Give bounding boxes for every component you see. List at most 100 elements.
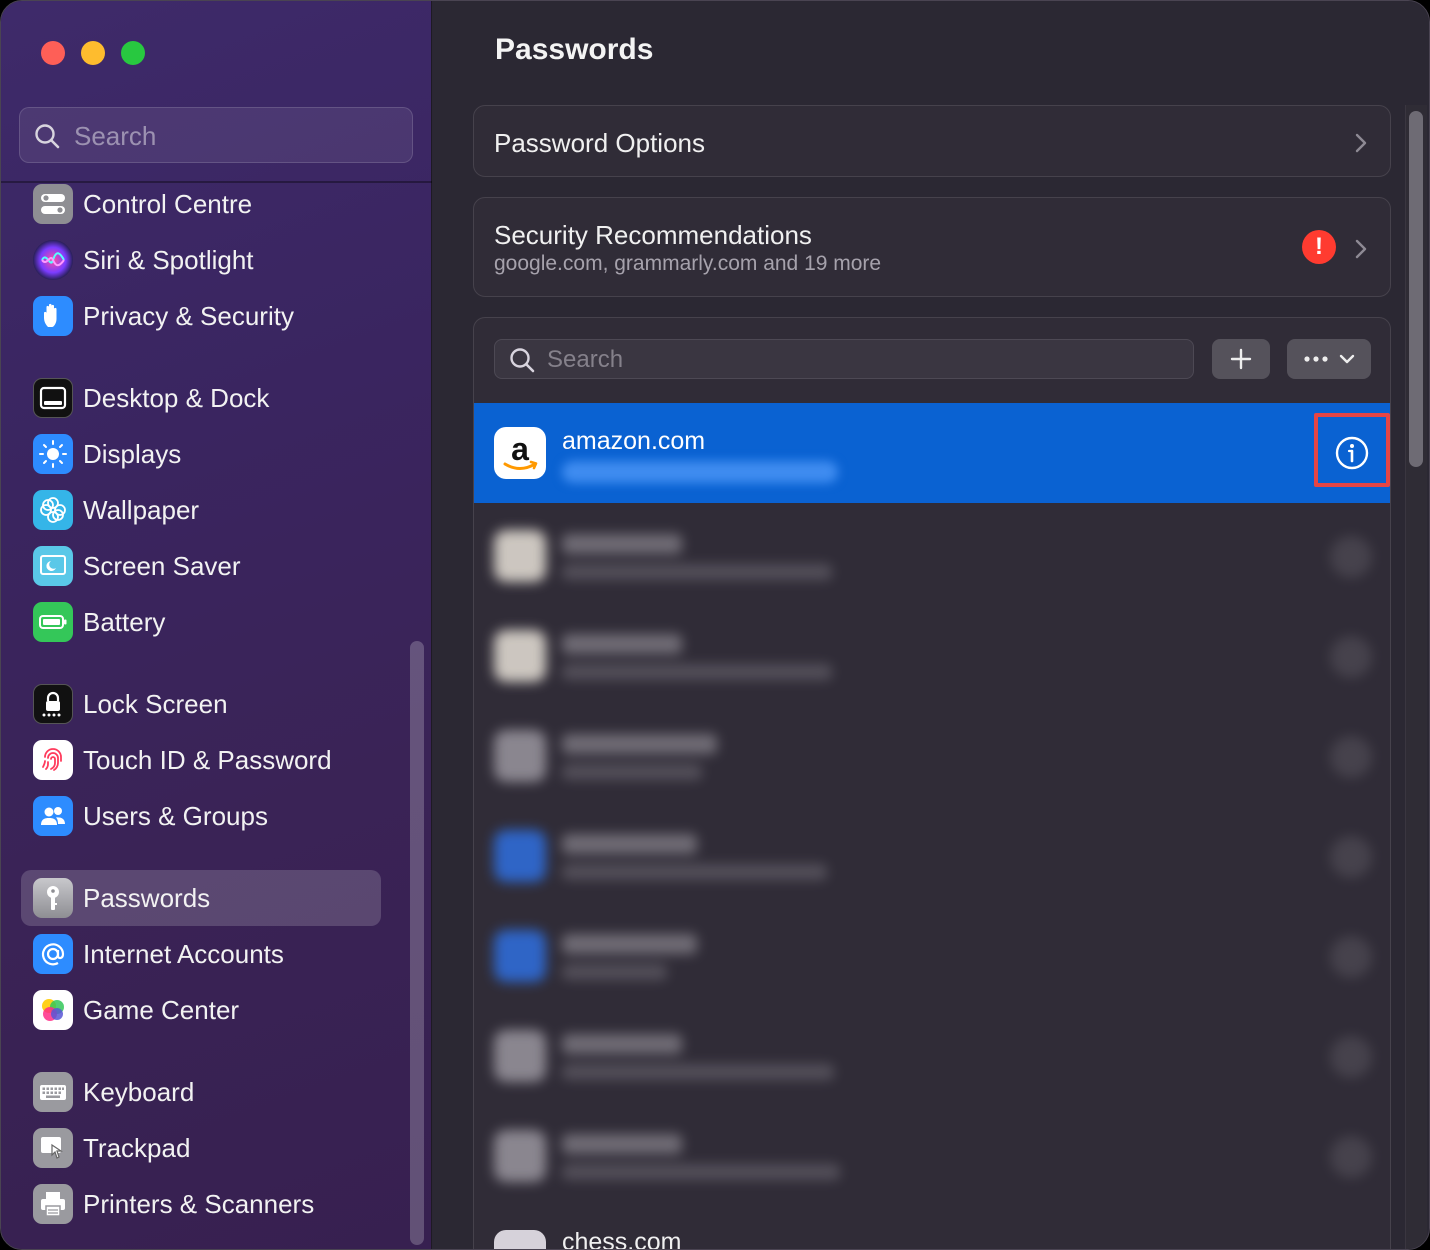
sidebar-item-displays[interactable]: Displays xyxy=(21,426,381,482)
sidebar-search-field[interactable] xyxy=(19,107,413,163)
password-list-card: a amazon.com xyxy=(473,317,1391,1250)
site-logo-icon xyxy=(494,730,546,782)
amazon-logo-icon: a xyxy=(494,427,546,479)
sidebar-item-label: Wallpaper xyxy=(83,494,200,525)
password-entry[interactable] xyxy=(474,1106,1390,1206)
sidebar-item-label: Lock Screen xyxy=(83,688,228,719)
site-logo-icon xyxy=(494,1230,546,1249)
sidebar-item-internet-accounts[interactable]: Internet Accounts xyxy=(21,926,381,982)
sidebar-item-label: Desktop & Dock xyxy=(83,382,270,413)
search-icon xyxy=(510,348,535,373)
sidebar-item-label: Users & Groups xyxy=(83,800,268,831)
flower-icon xyxy=(33,490,73,530)
sidebar-item-label: Siri & Spotlight xyxy=(83,244,254,275)
sidebar-item-label: Passwords xyxy=(83,882,211,913)
password-search-field[interactable] xyxy=(494,339,1194,379)
info-button[interactable] xyxy=(1330,936,1372,978)
info-icon xyxy=(1335,436,1369,470)
sidebar-item-passwords[interactable]: Passwords xyxy=(21,870,381,926)
add-password-button[interactable] xyxy=(1212,339,1270,379)
site-logo-icon xyxy=(494,1130,546,1182)
sidebar-item-label: Printers & Scanners xyxy=(83,1188,315,1219)
traffic-lights xyxy=(41,41,145,65)
svg-text:a: a xyxy=(511,431,529,467)
siri-icon xyxy=(33,240,73,280)
system-settings-window: Control Centre Siri & Spotlight xyxy=(0,0,1430,1250)
sidebar-item-label: Game Center xyxy=(83,994,240,1025)
ellipsis-icon xyxy=(1304,356,1328,362)
minimize-button[interactable] xyxy=(81,41,105,65)
sidebar-item-label: Displays xyxy=(83,438,182,469)
sidebar-item-label: Trackpad xyxy=(83,1132,191,1163)
password-entry[interactable] xyxy=(474,906,1390,1006)
password-entry[interactable] xyxy=(474,806,1390,906)
site-logo-icon xyxy=(494,530,546,582)
info-button[interactable] xyxy=(1330,736,1372,778)
sidebar-item-users-groups[interactable]: Users & Groups xyxy=(21,788,381,844)
sun-icon xyxy=(33,434,73,474)
sidebar-item-lock-screen[interactable]: Lock Screen xyxy=(21,676,381,732)
page-title: Passwords xyxy=(495,33,654,66)
info-button[interactable] xyxy=(1330,836,1372,878)
password-entry-amazon[interactable]: a amazon.com xyxy=(474,403,1390,503)
game-center-icon xyxy=(33,990,73,1030)
lock-icon xyxy=(33,684,73,724)
password-entry[interactable] xyxy=(474,706,1390,806)
at-icon xyxy=(33,934,73,974)
chevron-right-icon xyxy=(1355,133,1367,153)
chevron-down-icon xyxy=(1339,354,1355,364)
password-entry-chess[interactable]: chess.com xyxy=(474,1206,1390,1250)
entry-site: amazon.com xyxy=(562,427,706,455)
sidebar-item-screen-saver[interactable]: Screen Saver xyxy=(21,538,381,594)
main-pane: Passwords Password Options Security Reco… xyxy=(433,1,1429,1250)
sidebar-item-desktop-dock[interactable]: Desktop & Dock xyxy=(21,370,381,426)
sidebar-item-trackpad[interactable]: Trackpad xyxy=(21,1120,381,1176)
info-button[interactable] xyxy=(1330,1036,1372,1078)
sidebar-item-label: Screen Saver xyxy=(83,550,241,581)
password-options-row[interactable]: Password Options xyxy=(473,105,1391,177)
security-recommendations-subtitle: google.com, grammarly.com and 19 more xyxy=(494,252,882,275)
sidebar-item-touch-id-password[interactable]: Touch ID & Password xyxy=(21,732,381,788)
sidebar-item-keyboard[interactable]: Keyboard xyxy=(21,1064,381,1120)
password-entry[interactable] xyxy=(474,506,1390,606)
more-options-button[interactable] xyxy=(1287,339,1371,379)
sidebar-item-label: Touch ID & Password xyxy=(83,744,332,775)
info-button[interactable] xyxy=(1330,536,1372,578)
site-logo-icon xyxy=(494,1030,546,1082)
sidebar-scrollbar[interactable] xyxy=(410,641,424,1245)
site-logo-icon xyxy=(494,930,546,982)
sidebar: Control Centre Siri & Spotlight xyxy=(1,1,432,1249)
battery-icon xyxy=(33,602,73,642)
main-scrollbar[interactable] xyxy=(1409,111,1423,467)
site-logo-icon xyxy=(494,630,546,682)
sidebar-search-input[interactable] xyxy=(74,116,394,156)
entry-site: chess.com xyxy=(562,1228,682,1250)
sidebar-item-privacy-security[interactable]: Privacy & Security xyxy=(21,288,381,344)
security-recommendations-title: Security Recommendations xyxy=(494,220,812,250)
sidebar-item-siri-spotlight[interactable]: Siri & Spotlight xyxy=(21,232,381,288)
info-button[interactable] xyxy=(1330,636,1372,678)
sidebar-item-battery[interactable]: Battery xyxy=(21,594,381,650)
sidebar-item-label: Internet Accounts xyxy=(83,938,284,969)
sidebar-item-wallpaper[interactable]: Wallpaper xyxy=(21,482,381,538)
site-logo-icon xyxy=(494,830,546,882)
screensaver-icon xyxy=(33,546,73,586)
sidebar-item-printers-scanners[interactable]: Printers & Scanners xyxy=(21,1176,381,1232)
security-recommendations-row[interactable]: Security Recommendations google.com, gra… xyxy=(473,197,1391,297)
info-button[interactable] xyxy=(1330,1136,1372,1178)
trackpad-icon xyxy=(33,1128,73,1168)
info-button[interactable] xyxy=(1326,427,1378,479)
search-icon xyxy=(35,124,60,149)
entry-username-redacted xyxy=(562,461,838,483)
keyboard-icon xyxy=(33,1072,73,1112)
key-icon xyxy=(33,878,73,918)
password-entry[interactable] xyxy=(474,606,1390,706)
sidebar-item-control-centre[interactable]: Control Centre xyxy=(21,176,381,232)
close-button[interactable] xyxy=(41,41,65,65)
password-entry[interactable] xyxy=(474,1006,1390,1106)
zoom-button[interactable] xyxy=(121,41,145,65)
sidebar-item-label: Battery xyxy=(83,606,166,637)
sidebar-item-game-center[interactable]: Game Center xyxy=(21,982,381,1038)
password-search-input[interactable] xyxy=(547,344,1167,376)
users-icon xyxy=(33,796,73,836)
